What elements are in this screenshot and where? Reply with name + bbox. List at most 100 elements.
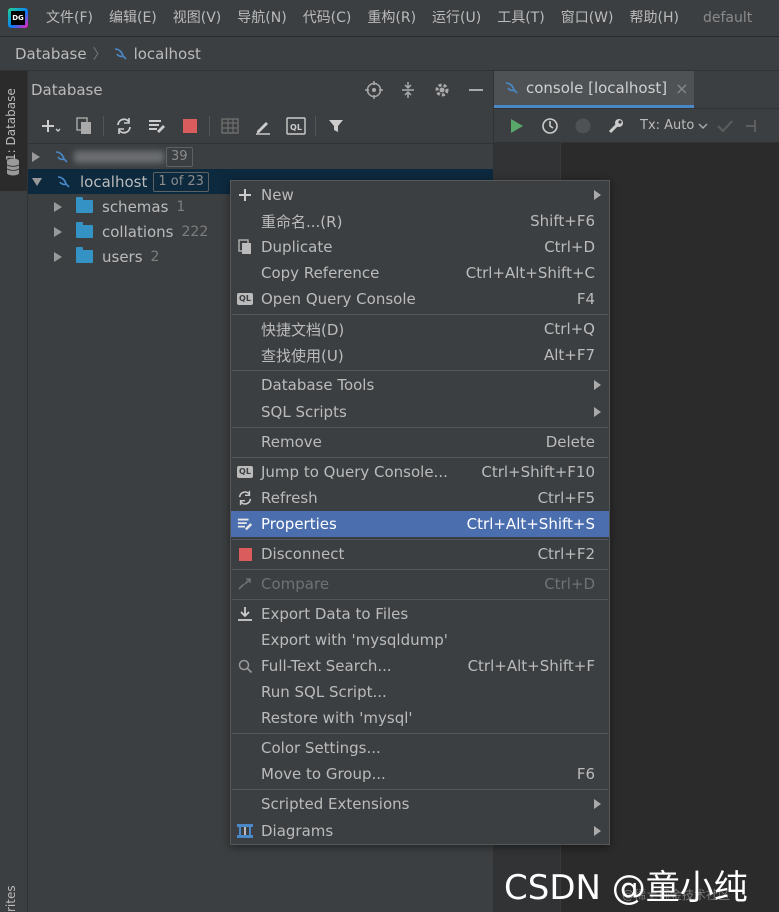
wrench-icon[interactable] [599,111,632,141]
menu-run[interactable]: 运行(U) [424,0,489,36]
collapse-icon[interactable] [391,71,425,108]
menu-item-label: Disconnect [261,545,345,563]
menu-item-restore-mysql[interactable]: Restore with 'mysql' [231,705,609,731]
menu-item-scripted-extensions[interactable]: Scripted Extensions [231,791,609,817]
menu-item-copy-reference[interactable]: Copy Reference Ctrl+Alt+Shift+C [231,260,609,286]
menu-item-label: Run SQL Script... [261,683,387,701]
menu-separator [232,314,608,315]
transaction-mode-select[interactable]: Tx: Auto [640,118,694,133]
menu-item-compare: Compare Ctrl+D [231,571,609,597]
menu-item-label: Move to Group... [261,765,386,783]
expand-arrow-icon[interactable] [54,226,62,237]
tree-row-datasource[interactable]: 39 [28,144,493,169]
menu-item-sql-scripts[interactable]: SQL Scripts [231,399,609,425]
menu-item-label: Scripted Extensions [261,795,410,813]
row-count: 2 [150,248,160,265]
menu-separator [232,370,608,371]
properties-icon[interactable] [140,111,173,141]
menu-separator [232,457,608,458]
edit-icon[interactable] [246,111,279,141]
menu-file[interactable]: 文件(F) [38,0,101,36]
menu-item-label: 查找使用(U) [261,346,344,365]
expand-arrow-icon[interactable] [54,201,62,212]
menu-item-run-sql-script[interactable]: Run SQL Script... [231,679,609,705]
history-icon[interactable] [533,111,566,141]
stop-icon[interactable] [173,111,206,141]
menu-item-move-to-group[interactable]: Move to Group... F6 [231,761,609,787]
toolbar-separator [209,115,210,136]
expand-arrow-icon[interactable] [32,151,40,162]
menu-item-diagrams[interactable]: Diagrams [231,818,609,844]
toolbar-separator [103,115,104,136]
plus-icon [236,186,254,204]
menu-edit[interactable]: 编辑(E) [101,0,165,36]
menu-view[interactable]: 视图(V) [165,0,230,36]
menu-window[interactable]: 窗口(W) [553,0,622,36]
menu-item-find-usages[interactable]: 查找使用(U) Alt+F7 [231,342,609,368]
menu-item-new[interactable]: New [231,182,609,208]
stop-circle-icon[interactable] [566,111,599,141]
menu-item-refresh[interactable]: Refresh Ctrl+F5 [231,485,609,511]
collapse-arrow-icon[interactable] [32,177,42,186]
menu-item-open-query-console[interactable]: QL Open Query Console F4 [231,286,609,312]
mysql-dolphin-icon [504,80,520,96]
duplicate-icon[interactable] [67,111,100,141]
menu-item-label: Compare [261,575,330,593]
submenu-arrow-icon [594,380,601,390]
tab-console-localhost[interactable]: console [localhost] × [494,71,694,108]
menu-item-shortcut: Ctrl+D [544,238,595,256]
submenu-arrow-icon [594,826,601,836]
tool-tab-favorites[interactable]: rites [4,882,22,912]
menu-help[interactable]: 帮助(H) [621,0,686,36]
watermark: CSDN @童小纯 [504,868,748,908]
commit-check-icon[interactable] [708,111,741,141]
menu-item-properties[interactable]: Properties Ctrl+Alt+Shift+S [231,511,609,537]
refresh-icon[interactable] [107,111,140,141]
query-console-icon[interactable]: QL [279,111,312,141]
database-icon [6,158,20,180]
panel-header: Database [28,71,493,108]
breadcrumb-localhost[interactable]: localhost [134,45,201,63]
tool-tab-database[interactable]: 1: Database [0,71,27,191]
menu-item-export-mysqldump[interactable]: Export with 'mysqldump' [231,627,609,653]
menu-item-jump-to-query-console[interactable]: QL Jump to Query Console... Ctrl+Shift+F… [231,459,609,485]
target-icon[interactable] [357,71,391,108]
close-icon[interactable]: × [675,79,688,98]
menu-item-export-data[interactable]: Export Data to Files [231,601,609,627]
menu-item-label: New [261,186,294,204]
gear-icon[interactable] [425,71,459,108]
menu-item-quick-doc[interactable]: 快捷文档(D) Ctrl+Q [231,316,609,342]
menu-item-label: Refresh [261,489,318,507]
menu-separator [232,569,608,570]
submenu-arrow-icon [594,407,601,417]
breadcrumb-database[interactable]: Database [15,45,87,63]
table-icon[interactable] [213,111,246,141]
row-count: 39 [166,146,193,167]
menu-item-shortcut: Shift+F6 [530,212,595,230]
menu-item-label: Full-Text Search... [261,657,392,675]
menu-item-label: Remove [261,433,322,451]
menu-item-disconnect[interactable]: Disconnect Ctrl+F2 [231,541,609,567]
rollback-icon[interactable] [741,111,761,141]
add-icon[interactable] [34,111,67,141]
menu-item-rename[interactable]: 重命名...(R) Shift+F6 [231,208,609,234]
menu-item-label: Open Query Console [261,290,416,308]
minimize-icon[interactable] [459,71,493,108]
breadcrumb: Database 〉 localhost [0,37,779,71]
chevron-down-icon[interactable] [698,123,708,129]
mysql-dolphin-icon [54,149,70,165]
menu-item-database-tools[interactable]: Database Tools [231,372,609,398]
menu-navigate[interactable]: 导航(N) [229,0,294,36]
menu-tools[interactable]: 工具(T) [489,0,552,36]
menu-item-label: Diagrams [261,822,334,840]
menu-item-duplicate[interactable]: Duplicate Ctrl+D [231,234,609,260]
expand-arrow-icon[interactable] [54,251,62,262]
breadcrumb-separator: 〉 [92,46,107,63]
menu-refactor[interactable]: 重构(R) [359,0,424,36]
run-icon[interactable] [500,111,533,141]
menu-code[interactable]: 代码(C) [295,0,360,36]
menu-item-color-settings[interactable]: Color Settings... [231,735,609,761]
menu-item-remove[interactable]: Remove Delete [231,429,609,455]
filter-icon[interactable] [319,111,352,141]
menu-item-full-text-search[interactable]: Full-Text Search... Ctrl+Alt+Shift+F [231,653,609,679]
